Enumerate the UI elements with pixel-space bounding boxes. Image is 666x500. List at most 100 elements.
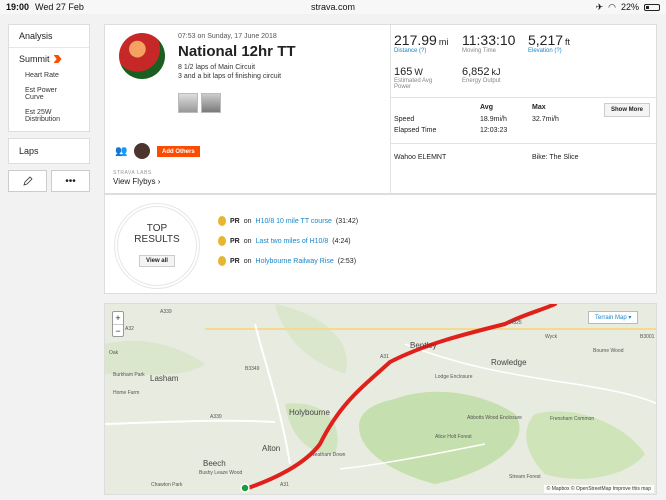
speed-label: Speed — [394, 116, 415, 123]
view-flybys-link[interactable]: View Flybys › — [113, 177, 160, 186]
pr-time: (31:42) — [335, 217, 359, 225]
distance-unit: mi — [438, 37, 449, 47]
status-bar: 19:00 Wed 27 Feb strava.com ✈ ◠ 22% — [0, 0, 666, 14]
power-value: 165 — [394, 66, 413, 78]
energy-label: Energy Output — [462, 78, 501, 84]
pr-time: (4:24) — [332, 237, 351, 245]
friend-avatar[interactable] — [134, 143, 150, 159]
photo-thumbnail[interactable] — [178, 93, 198, 113]
segment-link[interactable]: Holybourne Railway Rise — [256, 258, 334, 265]
pr-on: on — [243, 217, 252, 225]
zoom-control: + − — [112, 311, 124, 337]
pr-label: PR — [230, 217, 240, 225]
place-label: Frensham Common — [550, 416, 595, 422]
pr-time: (2:53) — [337, 257, 357, 265]
stats-divider — [390, 143, 658, 144]
pr-medal-icon — [218, 256, 226, 266]
sidebar-item-analysis[interactable]: Analysis — [9, 25, 89, 48]
elapsed-value: 12:03:23 — [480, 127, 508, 134]
sidebar-item-distribution[interactable]: Est 25W Distribution — [9, 105, 89, 131]
elevation-value: 5,217 — [528, 32, 564, 48]
stats-panel: 217.99 mi Distance (?) 11:33:10 Moving Ti… — [390, 25, 658, 193]
speed-avg: 18.9mi/h — [480, 116, 507, 123]
zoom-out-button[interactable]: − — [113, 324, 123, 336]
moving-time-value: 11:33:10 — [462, 32, 516, 48]
place-label: Stream Forest — [509, 474, 541, 480]
description-line: 8 1/2 laps of Main Circuit — [178, 64, 256, 71]
stats-divider — [390, 97, 658, 98]
road-label: B3349 — [245, 366, 260, 372]
distance-label[interactable]: Distance (?) — [394, 48, 448, 54]
pr-label: PR — [230, 237, 240, 245]
photo-thumbnail[interactable] — [201, 93, 221, 113]
edit-button[interactable] — [8, 170, 47, 192]
segment-link[interactable]: Last two miles of H10/8 — [256, 238, 329, 245]
zoom-in-button[interactable]: + — [113, 312, 123, 324]
power-unit: W — [414, 67, 423, 77]
address-bar[interactable]: strava.com — [0, 2, 666, 12]
place-label: Oak — [109, 350, 119, 356]
view-all-button[interactable]: View all — [139, 255, 175, 267]
pr-row: PR on Holybourne Railway Rise (2:53) — [218, 256, 356, 266]
place-label: Bentley — [410, 341, 437, 350]
laurel-wreath-icon — [114, 203, 200, 289]
pr-on: on — [243, 257, 252, 265]
summit-chevron-icon — [53, 55, 62, 63]
device-name: Wahoo ELEMNT — [394, 154, 447, 161]
road-label: A339 — [160, 309, 172, 315]
distance-value: 217.99 — [394, 32, 437, 48]
athlete-avatar[interactable] — [119, 33, 165, 79]
place-label: Alton — [262, 444, 281, 453]
place-label: Lasham — [150, 374, 179, 383]
map-attribution[interactable]: © Mapbox © OpenStreetMap Improve this ma… — [543, 485, 654, 493]
place-label: Chawton Park — [151, 482, 183, 488]
add-others-button[interactable]: Add Others — [157, 146, 200, 157]
sidebar-item-summit[interactable]: Summit — [9, 48, 89, 68]
place-label: Burkham Park — [113, 372, 145, 378]
top-results-card: TOP RESULTS View all PR on H10/8 10 mile… — [104, 194, 657, 294]
sidebar-actions: ••• — [8, 170, 90, 192]
stat-elevation: 5,217 ft Elevation (?) — [528, 32, 570, 54]
moving-time-label: Moving Time — [462, 48, 497, 54]
segment-link[interactable]: H10/8 10 mile TT course — [256, 218, 332, 225]
energy-unit: kJ — [491, 67, 501, 77]
terrain-map-dropdown[interactable]: Terrain Map ▾ — [588, 311, 639, 324]
road-label: B3001 — [640, 334, 655, 340]
elevation-unit: ft — [565, 37, 571, 47]
place-label: Holybourne — [289, 408, 330, 417]
place-label: Alice Holt Forest — [435, 434, 472, 440]
strava-labs-label: STRAVA LABS — [113, 170, 152, 176]
stat-moving-time: 11:33:10 Moving Time — [462, 32, 515, 54]
activity-description: 8 1/2 laps of Main Circuit 3 and a bit l… — [178, 63, 281, 81]
place-label: Abbotts Wood Enclosure — [467, 415, 522, 421]
place-label: Rowledge — [491, 358, 527, 367]
road-label: A31 — [380, 354, 389, 360]
place-label: Bourne Wood — [593, 348, 624, 354]
sidebar-menu: Analysis Summit Heart Rate Est Power Cur… — [8, 24, 90, 132]
top-results-line: RESULTS — [134, 234, 180, 245]
elevation-label[interactable]: Elevation (?) — [528, 48, 570, 54]
road-label: A339 — [210, 414, 222, 420]
more-button[interactable]: ••• — [51, 170, 90, 192]
max-header: Max — [532, 104, 546, 111]
sidebar-item-heart-rate[interactable]: Heart Rate — [9, 68, 89, 83]
road-label: A31 — [280, 482, 289, 488]
pr-medal-icon — [218, 236, 226, 246]
bike-name[interactable]: Bike: The Slice — [532, 154, 579, 161]
road-label: A325 — [510, 320, 522, 326]
stat-distance: 217.99 mi Distance (?) — [394, 32, 448, 54]
pr-on: on — [243, 237, 252, 245]
group-icon: 👥 — [115, 146, 128, 157]
place-label: Bushy Leaze Wood — [199, 470, 243, 476]
speed-max: 32.7mi/h — [532, 116, 559, 123]
show-more-button[interactable]: Show More — [604, 103, 651, 117]
pencil-icon — [22, 176, 33, 186]
sidebar-item-power-curve[interactable]: Est Power Curve — [9, 83, 89, 105]
stat-energy: 6,852 kJ Energy Output — [462, 66, 501, 84]
elapsed-label: Elapsed Time — [394, 127, 437, 134]
sidebar-item-laps[interactable]: Laps — [8, 138, 90, 164]
route-map[interactable]: + − Terrain Map ▾ Bentley Rowledge Lasha… — [104, 303, 657, 495]
pr-medal-icon — [218, 216, 226, 226]
activity-card: 07:53 on Sunday, 17 June 2018 National 1… — [104, 24, 658, 194]
summit-label: Summit — [19, 54, 50, 64]
